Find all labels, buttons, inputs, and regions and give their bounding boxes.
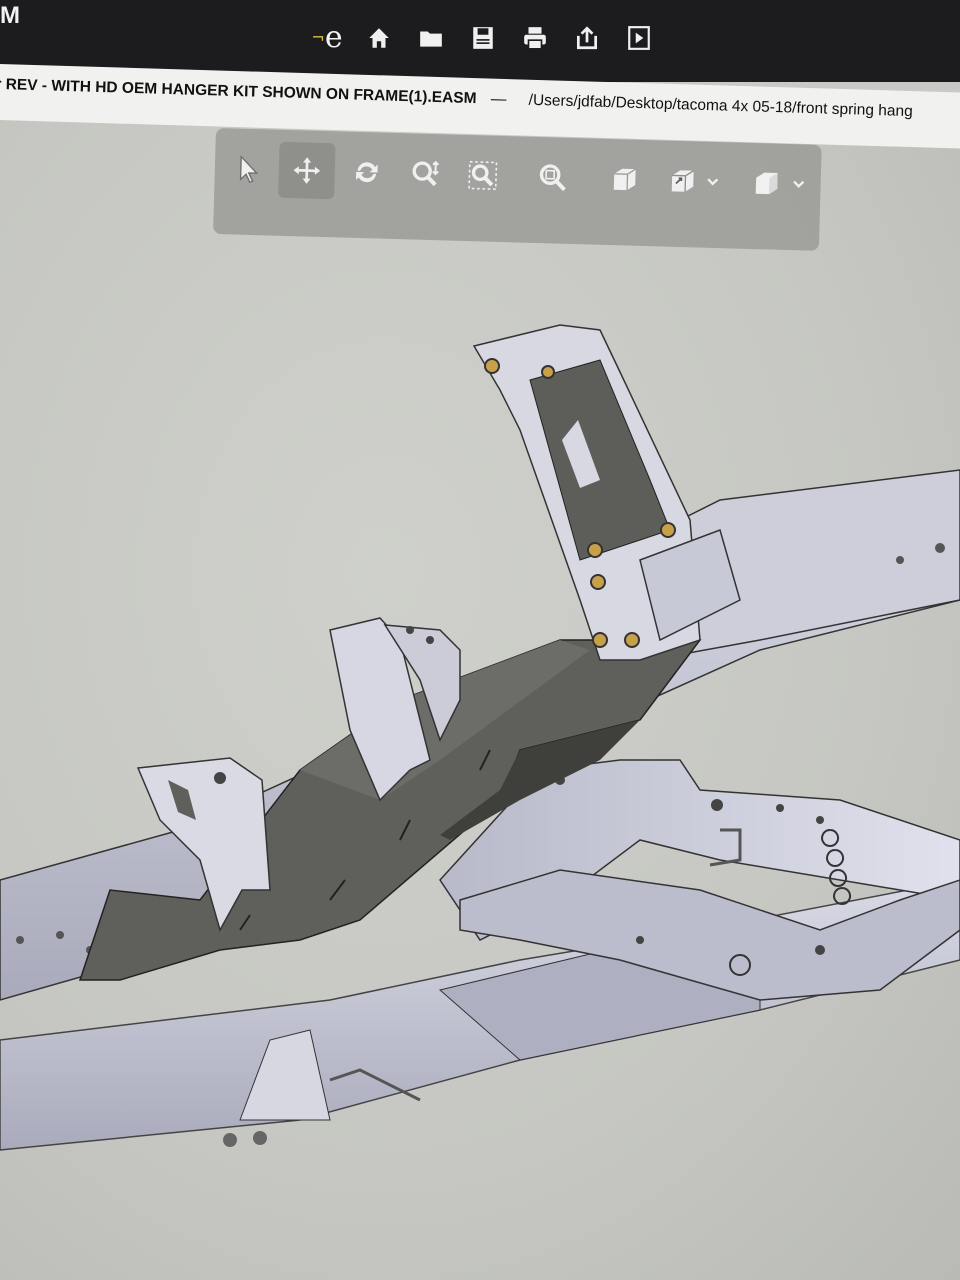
zoom-to-area-icon[interactable] xyxy=(454,147,512,205)
zoom-to-fit-icon[interactable] xyxy=(524,149,582,207)
front-spring-hanger-bracket xyxy=(472,324,741,661)
display-style-chevron-down-icon[interactable] xyxy=(784,156,814,213)
select-arrow-icon[interactable] xyxy=(220,140,278,198)
view-cube-icon[interactable] xyxy=(596,151,654,209)
view-toolbar xyxy=(213,128,822,251)
zoom-icon[interactable] xyxy=(396,145,454,203)
view-orientation-chevron-down-icon[interactable] xyxy=(698,154,728,211)
pan-icon[interactable] xyxy=(278,141,336,200)
rotate-icon[interactable] xyxy=(338,143,396,201)
edrawings-window: M ¬e r REV - WITH HD OEM HANGER KIT SHOW… xyxy=(0,0,960,1280)
